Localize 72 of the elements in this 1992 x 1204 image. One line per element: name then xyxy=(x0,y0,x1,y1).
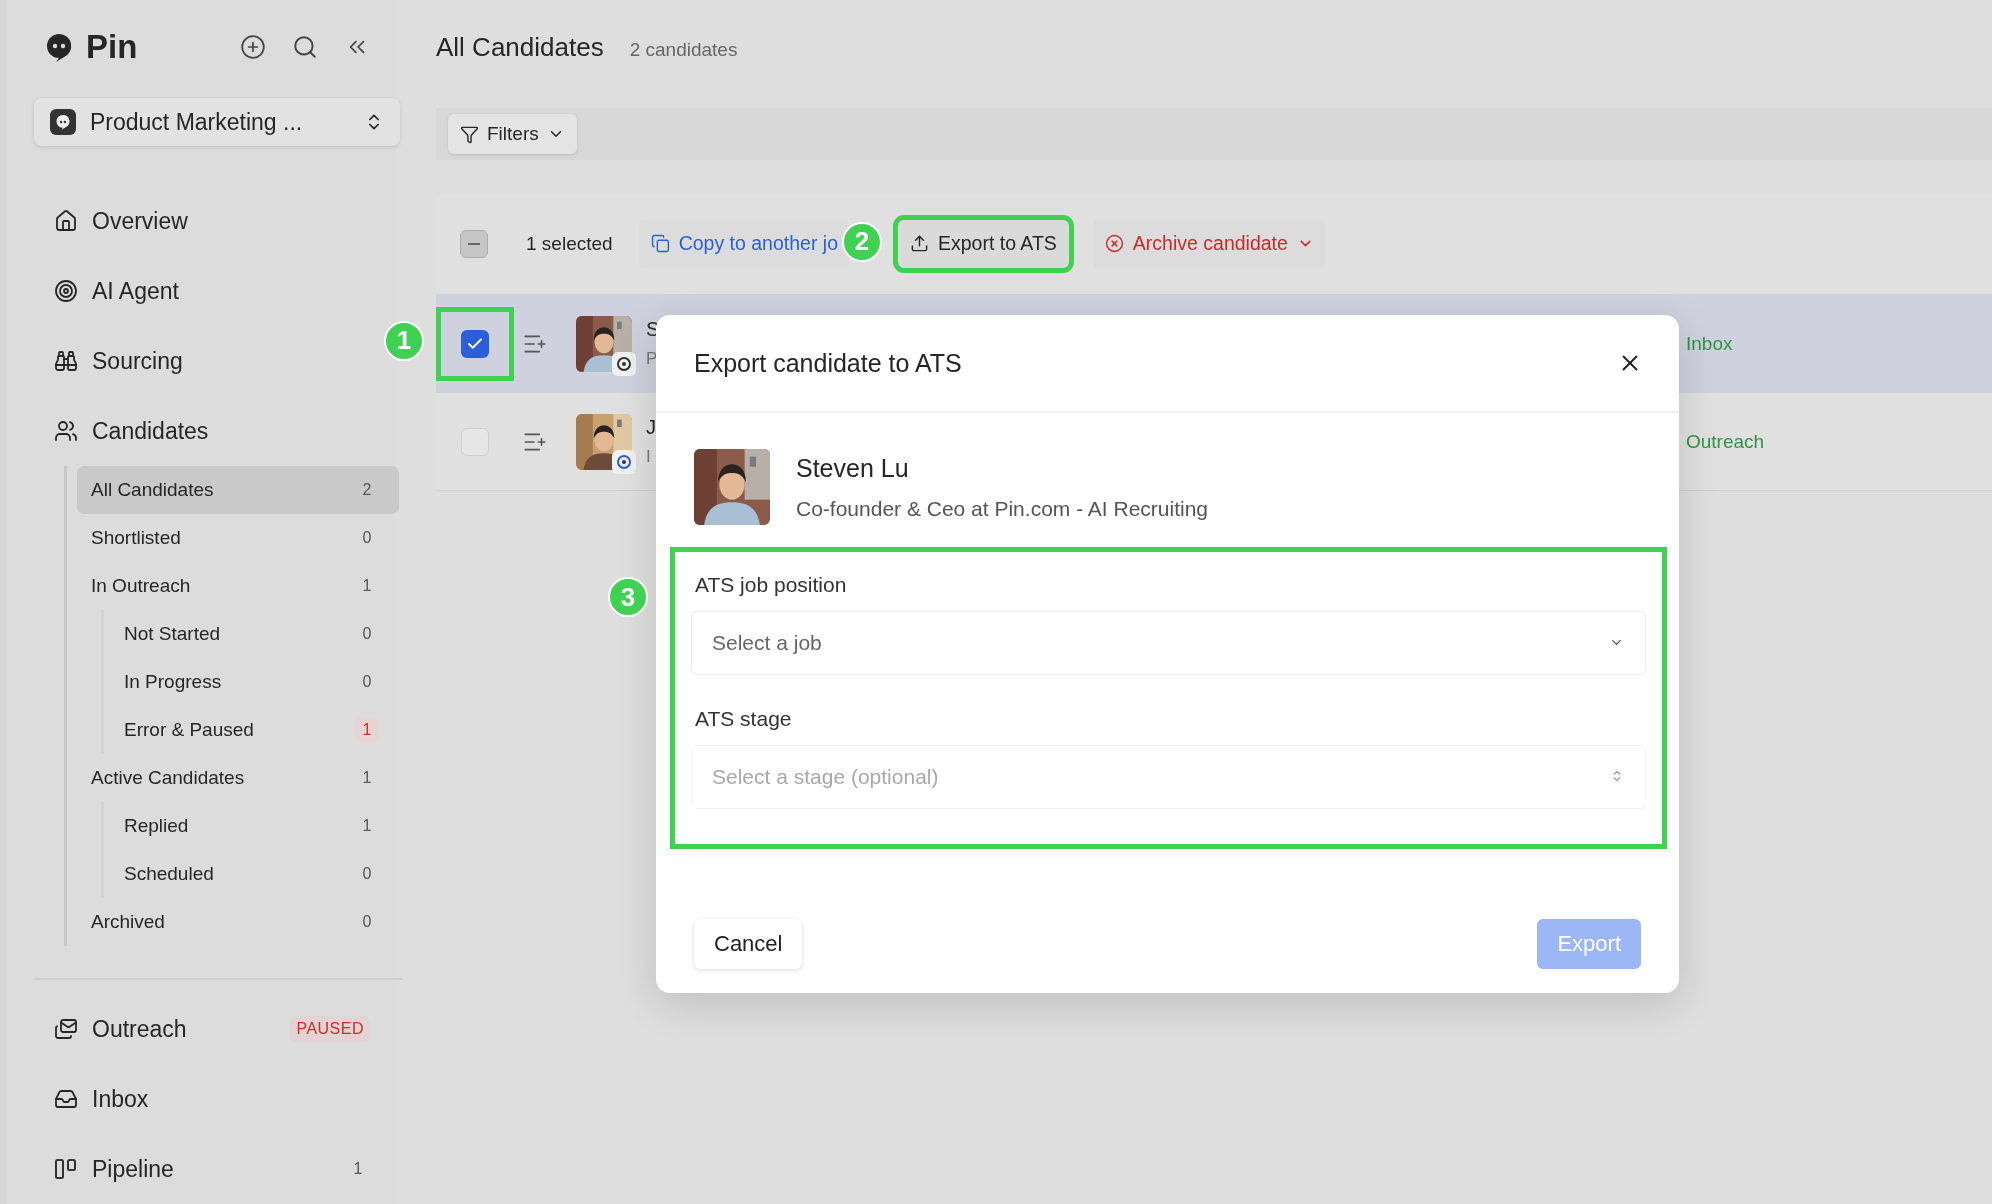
item-count: 0 xyxy=(361,912,373,932)
people-icon xyxy=(54,419,78,443)
field-label: ATS stage xyxy=(695,707,793,731)
minus-icon xyxy=(468,242,480,245)
search-icon xyxy=(292,34,318,60)
target-icon xyxy=(54,279,78,303)
candidate-headline: P xyxy=(646,349,659,369)
sidebar-item[interactable]: Archived 0 xyxy=(77,898,399,946)
columns-icon xyxy=(54,1157,78,1181)
candidate-headline: I xyxy=(646,447,652,467)
item-count: 1 xyxy=(361,816,373,836)
candidate-name: J xyxy=(646,416,657,439)
select-all-checkbox[interactable] xyxy=(460,229,488,258)
sidebar-item[interactable]: Active Candidates 1 xyxy=(77,754,399,802)
candidate-status: Inbox xyxy=(1686,332,1733,355)
sidebar-item[interactable]: Shortlisted 0 xyxy=(77,514,399,562)
item-count: 0 xyxy=(361,864,373,884)
page-title: All Candidates xyxy=(436,32,604,63)
inbox-icon xyxy=(54,1087,78,1111)
step-marker: 3 xyxy=(608,577,648,617)
candidate-status: Outreach xyxy=(1686,430,1765,453)
nav-item[interactable]: Inbox xyxy=(34,1064,384,1134)
candidate-count: 2 candidates xyxy=(629,39,738,61)
plus-circle-icon xyxy=(240,34,266,60)
item-count: 0 xyxy=(361,528,373,548)
cancel-button[interactable]: Cancel xyxy=(694,919,803,969)
dialog-title: Export candidate to ATS xyxy=(694,348,962,378)
nav-item[interactable]: Outreach PAUSED xyxy=(34,994,384,1064)
source-badge-icon xyxy=(612,449,636,474)
item-count: 1 xyxy=(355,718,379,742)
sidebar-item[interactable]: Not Started 0 xyxy=(104,610,399,658)
status-badge: PAUSED xyxy=(290,1016,370,1042)
candidate-headline: Co-founder & Ceo at Pin.com - AI Recruiting xyxy=(796,496,1209,521)
field-label: ATS job position xyxy=(695,573,848,597)
action-button[interactable]: Copy to another jo xyxy=(638,219,850,268)
candidate-name: Steven Lu xyxy=(796,453,910,483)
binoculars-icon xyxy=(54,349,78,373)
filters-button[interactable]: Filters xyxy=(448,114,577,154)
item-count: 1 xyxy=(361,768,373,788)
item-count: 0 xyxy=(361,624,373,644)
item-count: 1 xyxy=(352,1159,364,1179)
bubble-face-icon xyxy=(50,109,76,135)
add-button[interactable] xyxy=(240,34,266,60)
item-count: 0 xyxy=(361,672,373,692)
copy-icon xyxy=(650,234,670,253)
item-count: 2 xyxy=(361,480,373,500)
search-button[interactable] xyxy=(292,34,318,60)
nav-item[interactable]: Candidates xyxy=(34,396,384,466)
sidebar-item[interactable]: Scheduled 0 xyxy=(104,850,399,898)
sidebar-item[interactable]: In Progress 0 xyxy=(104,658,399,706)
nav-item[interactable]: Sourcing xyxy=(34,326,384,396)
select-field[interactable]: Select a job xyxy=(691,611,1646,675)
funnel-icon xyxy=(460,124,479,144)
sidebar-item[interactable]: All Candidates 2 xyxy=(77,466,399,514)
nav-item[interactable]: Pipeline 1 xyxy=(34,1134,384,1204)
sidebar-item[interactable]: Replied 1 xyxy=(104,802,399,850)
item-count: 1 xyxy=(361,576,373,596)
mail-stack-icon xyxy=(54,1017,78,1041)
house-icon xyxy=(54,209,78,233)
nav-item[interactable]: Overview xyxy=(34,186,384,256)
x-circle-icon xyxy=(1104,234,1124,253)
workspace-selector[interactable]: Product Marketing ... xyxy=(34,98,400,146)
step-marker: 1 xyxy=(384,320,424,361)
row-checkbox[interactable] xyxy=(461,329,489,358)
nav-item[interactable]: AI Agent xyxy=(34,256,384,326)
sidebar-item[interactable]: Error & Paused 1 xyxy=(104,706,399,754)
source-badge-icon xyxy=(612,351,636,376)
app-logo: Pin xyxy=(86,28,139,66)
sidebar-item[interactable]: In Outreach 1 xyxy=(77,562,399,610)
action-button[interactable]: Archive candidate xyxy=(1092,219,1326,268)
selection-count: 1 selected xyxy=(526,232,613,255)
upload-icon xyxy=(910,234,929,253)
